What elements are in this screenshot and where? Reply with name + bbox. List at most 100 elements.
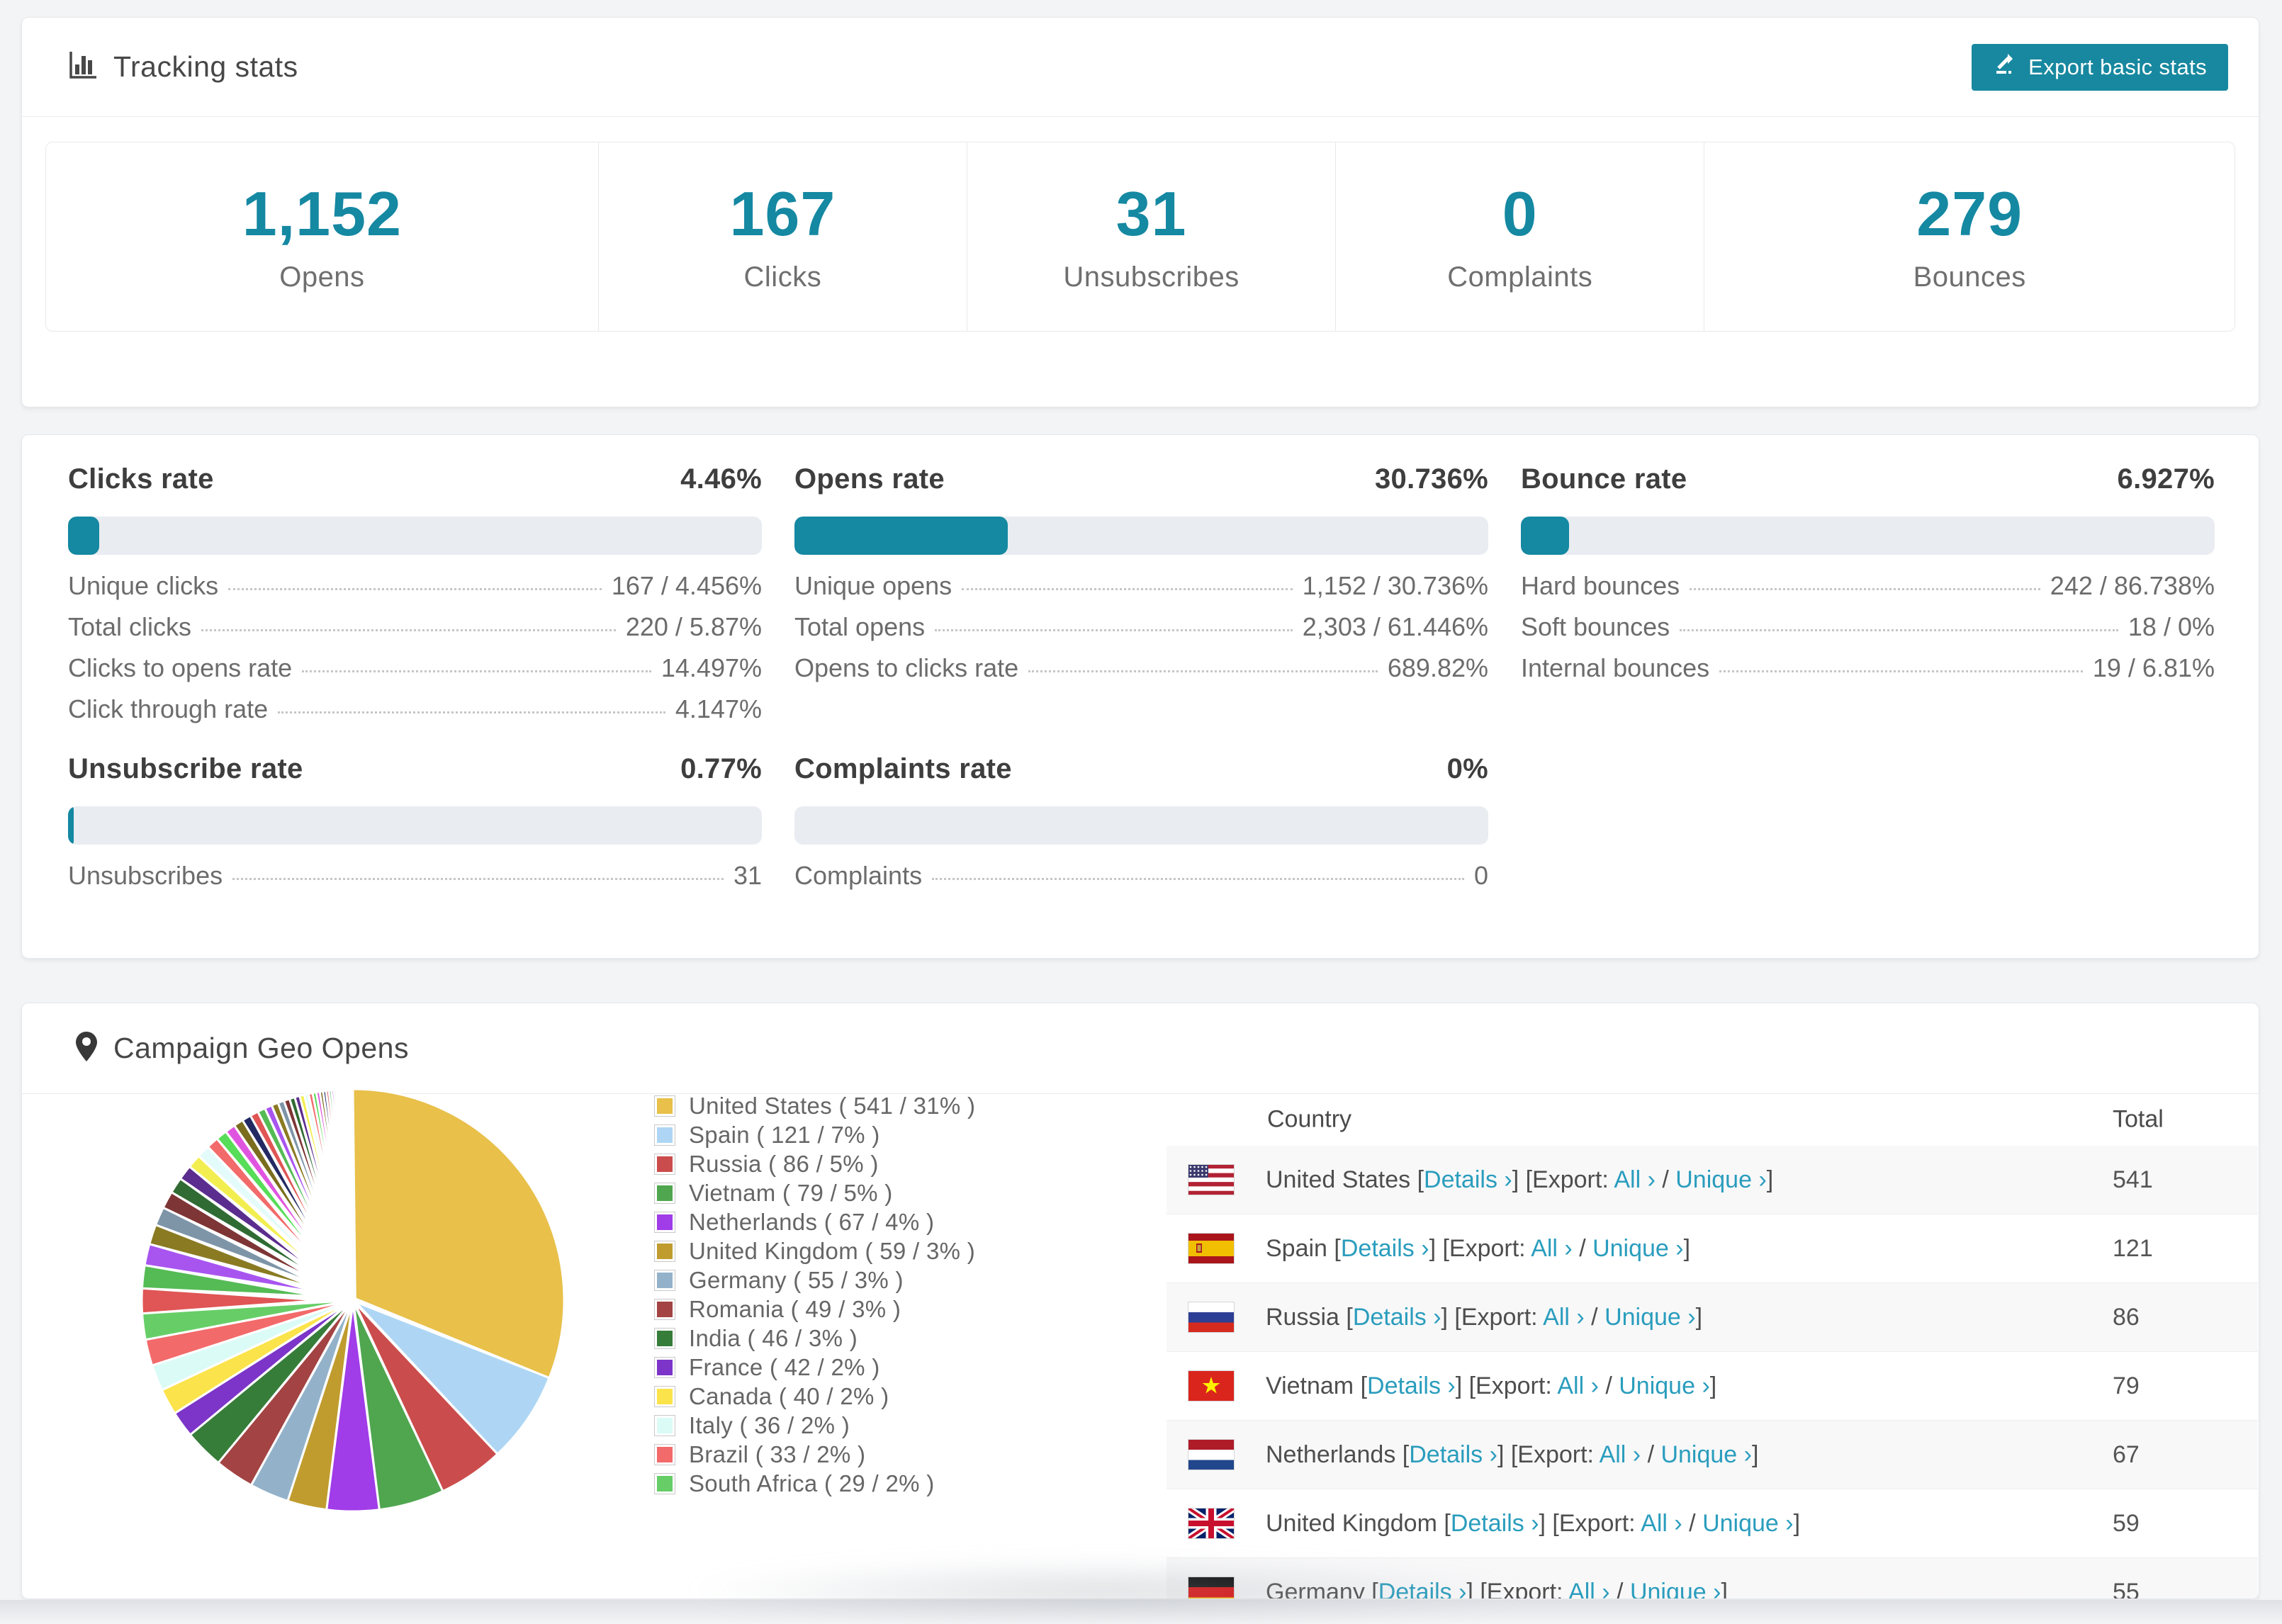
bracket-text: ] [Export: [1441,1304,1544,1331]
bracket-text: ] [Export: [1539,1510,1641,1537]
legend-label: Italy ( 36 / 2% ) [689,1411,850,1438]
bracket-text: ] [Export: [1429,1235,1531,1262]
bracket-text: ] [1721,1579,1728,1599]
export-all-link[interactable]: All › [1531,1235,1573,1262]
rate-row-label: Total opens [794,612,926,641]
rate-row-value: 689.82% [1387,653,1488,682]
country-cell: Russia [Details ›] [Export: All › / Uniq… [1266,1283,1702,1351]
legend-label: France ( 42 / 2% ) [689,1353,880,1380]
stat-label: Bounces [1913,261,2026,293]
rate-header: Clicks rate 4.46% [68,463,762,495]
export-unique-link[interactable]: Unique › [1660,1441,1752,1468]
dotted-leader [1719,670,2083,672]
legend-item-romania[interactable]: Romania ( 49 / 3% ) [654,1295,975,1324]
details-link[interactable]: Details › [1341,1235,1429,1262]
legend-item-spain[interactable]: Spain ( 121 / 7% ) [654,1120,975,1149]
export-all-link[interactable]: All › [1557,1372,1599,1399]
stat-value: 31 [1115,179,1187,249]
pie-slice-other[interactable] [351,1088,354,1178]
bracket-text: [ [1402,1441,1410,1468]
export-all-link[interactable]: All › [1614,1166,1656,1193]
slash-text: / [1598,1372,1619,1399]
slash-text: / [1572,1235,1593,1262]
bracket-text: [ [1417,1166,1424,1193]
export-unique-link[interactable]: Unique › [1702,1510,1794,1537]
legend-item-italy[interactable]: Italy ( 36 / 2% ) [654,1411,975,1440]
export-unique-link[interactable]: Unique › [1619,1372,1710,1399]
legend-item-russia[interactable]: Russia ( 86 / 5% ) [654,1149,975,1178]
details-link[interactable]: Details › [1451,1510,1539,1537]
stat-label: Unsubscribes [1063,261,1240,293]
legend-item-india[interactable]: India ( 46 / 3% ) [654,1324,975,1353]
dotted-leader [228,588,602,590]
rate-value: 0% [1446,753,1488,784]
rate-title: Complaints rate [794,753,1012,784]
export-all-link[interactable]: All › [1543,1304,1585,1331]
export-all-link[interactable]: All › [1600,1441,1641,1468]
legend-item-south-africa[interactable]: South Africa ( 29 / 2% ) [654,1469,975,1498]
legend-label: United Kingdom ( 59 / 3% ) [689,1237,975,1264]
country-name: Russia [1266,1304,1347,1331]
legend-item-vietnam[interactable]: Vietnam ( 79 / 5% ) [654,1178,975,1207]
rate-header: Complaints rate 0% [794,753,1488,785]
bar-chart-icon [68,50,98,84]
dotted-leader [1028,670,1378,672]
export-unique-link[interactable]: Unique › [1604,1304,1696,1331]
stat-box-unsubscribes: 31 Unsubscribes [967,142,1337,331]
legend-swatch [654,1414,675,1436]
table-row-germany: Germany [Details ›] [Export: All › / Uni… [1167,1558,2258,1599]
rate-row-value: 19 / 6.81% [2092,653,2215,682]
export-basic-stats-button[interactable]: Export basic stats [1972,43,2228,91]
rate-value: 4.46% [680,463,762,495]
slash-text: / [1584,1304,1605,1331]
legend-label: South Africa ( 29 / 2% ) [689,1470,935,1496]
legend-item-united-states[interactable]: United States ( 541 / 31% ) [654,1091,975,1120]
rate-row-value: 220 / 5.87% [625,612,762,641]
tracking-stats-header: Tracking stats Export basic stats [22,18,2259,117]
slash-text: / [1609,1579,1630,1599]
details-link[interactable]: Details › [1353,1304,1441,1331]
rate-header: Bounce rate 6.927% [1521,463,2215,495]
table-header-total: Total [2113,1105,2164,1133]
country-cell: Netherlands [Details ›] [Export: All › /… [1266,1421,1758,1489]
legend-item-brazil[interactable]: Brazil ( 33 / 2% ) [654,1440,975,1469]
legend-item-canada[interactable]: Canada ( 40 / 2% ) [654,1382,975,1411]
bracket-text: ] [Export: [1466,1579,1569,1599]
export-unique-link[interactable]: Unique › [1592,1235,1684,1262]
rate-row: Total opens 2,303 / 61.446% [794,614,1488,640]
legend-label: Spain ( 121 / 7% ) [689,1121,880,1148]
details-link[interactable]: Details › [1424,1166,1512,1193]
rate-title: Unsubscribe rate [68,753,303,784]
table-row-spain: Spain [Details ›] [Export: All › / Uniqu… [1167,1214,2258,1283]
legend-item-netherlands[interactable]: Netherlands ( 67 / 4% ) [654,1207,975,1236]
export-icon [1993,52,2017,82]
rate-header: Opens rate 30.736% [794,463,1488,495]
rate-value: 30.736% [1374,463,1488,495]
legend-swatch [654,1153,675,1175]
row-total: 79 [2113,1372,2140,1399]
geo-opens-pie-chart [140,1088,566,1513]
stat-value: 0 [1502,179,1538,249]
details-link[interactable]: Details › [1367,1372,1456,1399]
country-name: Vietnam [1266,1372,1361,1399]
export-all-link[interactable]: All › [1568,1579,1610,1598]
legend-item-germany[interactable]: Germany ( 55 / 3% ) [654,1265,975,1295]
legend-label: Germany ( 55 / 3% ) [689,1266,904,1293]
details-link[interactable]: Details › [1378,1579,1467,1598]
rate-block-complaints-rate: Complaints rate 0% Complaints 0 [794,753,1488,889]
export-unique-link[interactable]: Unique › [1630,1579,1721,1598]
rate-row-value: 14.497% [661,653,762,682]
table-row-united-kingdom: United Kingdom [Details ›] [Export: All … [1167,1489,2258,1558]
details-link[interactable]: Details › [1409,1441,1497,1468]
legend-item-france[interactable]: France ( 42 / 2% ) [654,1353,975,1382]
stat-label: Clicks [743,261,822,293]
rate-header: Unsubscribe rate 0.77% [68,753,762,785]
rate-row-label: Unsubscribes [68,861,223,890]
legend-item-united-kingdom[interactable]: United Kingdom ( 59 / 3% ) [654,1236,975,1265]
export-unique-link[interactable]: Unique › [1675,1166,1767,1193]
stat-label: Opens [279,261,365,293]
export-all-link[interactable]: All › [1641,1510,1682,1537]
rate-row-label: Click through rate [68,694,269,723]
legend-swatch [654,1443,675,1465]
bracket-text: ] [1766,1166,1774,1193]
